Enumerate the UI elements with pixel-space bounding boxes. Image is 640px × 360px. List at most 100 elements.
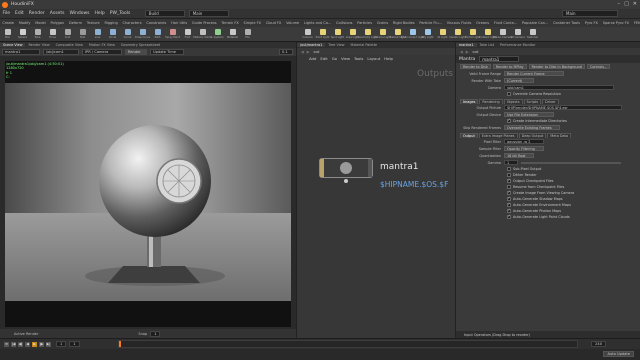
back-arrow-icon[interactable]: ◀ — [460, 50, 463, 54]
node-bypass-flag[interactable] — [320, 159, 324, 177]
step-back-icon[interactable]: ◀| — [18, 341, 23, 347]
shelf-tool[interactable]: Torus — [45, 27, 60, 42]
option-checkbox[interactable]: ✓ — [507, 203, 511, 207]
menu-windows[interactable]: Windows — [69, 11, 89, 16]
light-tool[interactable]: Sky Light — [420, 27, 435, 42]
net-menu-layout[interactable]: Layout — [367, 56, 380, 61]
start-frame-field[interactable]: 1 — [69, 341, 80, 347]
tab-scripts[interactable]: Scripts — [523, 98, 542, 104]
option-checkbox[interactable]: ✓ — [507, 191, 511, 195]
tab-tree-view[interactable]: Tree View — [325, 43, 347, 47]
shelf-tab[interactable]: Characters — [120, 21, 144, 25]
render-to-disk-button[interactable]: Render to Disk — [460, 63, 491, 70]
render-with-take-select[interactable]: (Current) — [504, 77, 534, 84]
sample-filter-select[interactable]: Opacity Filtering — [504, 145, 544, 152]
shelf-tab[interactable]: Terrain FX — [219, 21, 241, 25]
create-dirs-checkbox[interactable]: ✓ — [507, 119, 511, 123]
skip-rendered-select[interactable]: Overwrite Existing Frames — [504, 124, 560, 131]
jump-end-icon[interactable]: ▶| — [46, 341, 51, 347]
shelf-tab[interactable]: Viscous Fluids — [444, 21, 473, 25]
back-arrow-icon[interactable]: ◀ — [301, 50, 304, 54]
desktop-select-main[interactable]: Main — [188, 10, 229, 17]
light-tool[interactable]: Stereo Camera — [493, 27, 512, 42]
shelf-tool[interactable]: Circle — [105, 27, 120, 42]
shelf-tab[interactable]: Model — [33, 21, 48, 25]
option-checkbox[interactable]: ✓ — [507, 179, 511, 183]
shelf-tab[interactable]: Particle Flu... — [417, 21, 444, 25]
render-viewport[interactable]: /out/mantra1/obj/cam1 (4:50:01) 1280x720… — [5, 61, 291, 327]
timeline-cursor[interactable] — [119, 341, 121, 347]
net-menu-view[interactable]: View — [341, 56, 350, 61]
tab-parm-mantra[interactable]: mantra1 — [456, 43, 477, 47]
zoom-field[interactable]: 0.1 — [279, 49, 293, 55]
tab-rendering[interactable]: Rendering — [479, 98, 503, 104]
shelf-tab[interactable]: Cloud FX — [263, 21, 283, 25]
shelf-tab[interactable]: Rigid Bodies — [391, 21, 417, 25]
auto-update-button[interactable]: Auto Update — [603, 351, 634, 357]
play-icon[interactable]: ▶ — [32, 341, 37, 347]
light-tool[interactable]: Camera — [300, 27, 315, 42]
shelf-tool[interactable]: Draw Curve — [135, 27, 150, 42]
tab-meta-data[interactable]: Meta Data — [547, 132, 571, 138]
output-picture-field[interactable]: $HIP/render/$HIPNAME.$OS.$F4.exr — [504, 104, 622, 111]
maximize-icon[interactable]: □ — [624, 1, 629, 7]
tab-deep-output[interactable]: Deep Output — [518, 132, 547, 138]
tab-geometry-spreadsheet[interactable]: Geometry Spreadsheet — [118, 43, 163, 47]
mantra-node[interactable] — [319, 158, 373, 178]
timeline-ruler[interactable] — [118, 340, 578, 348]
menu-assets[interactable]: Assets — [50, 11, 65, 16]
shelf-tab[interactable]: Pyro FX — [582, 21, 600, 25]
shelf-tab[interactable]: Fluid Conta... — [492, 21, 520, 25]
jump-start-icon[interactable]: |◀ — [11, 341, 16, 347]
shelf-tab[interactable]: Sparse Pyro FX — [600, 21, 631, 25]
menu-file[interactable]: File — [3, 11, 11, 16]
shelf-tab[interactable]: Grains — [374, 21, 390, 25]
option-checkbox[interactable]: ✓ — [507, 209, 511, 213]
shelf-tool[interactable]: Font — [180, 27, 195, 42]
tab-images[interactable]: Images — [460, 98, 479, 104]
menu-edit[interactable]: Edit — [15, 11, 24, 16]
shelf-tab[interactable]: Populate Con... — [519, 21, 550, 25]
menu-help[interactable]: Help — [95, 11, 105, 16]
tab-material-palette[interactable]: Material Palette — [348, 43, 381, 47]
shelf-tool[interactable]: Null — [75, 27, 90, 42]
shelf-tool[interactable]: File — [240, 27, 255, 42]
net-menu-go[interactable]: Go — [332, 56, 337, 61]
shelf-tool[interactable]: Path — [150, 27, 165, 42]
tab-network-out[interactable]: /out/mantra1 — [297, 43, 326, 47]
node-display-flag[interactable] — [368, 159, 372, 177]
light-tool[interactable]: VR Camera — [510, 27, 525, 42]
node-name-field[interactable]: mantra1 — [479, 56, 520, 62]
current-frame-field[interactable]: 1 — [56, 341, 67, 347]
tab-performance-monitor[interactable]: Performance Monitor — [497, 43, 538, 47]
desktop-select-right[interactable]: Main — [562, 10, 618, 17]
update-time-button[interactable]: Update Time — [150, 49, 184, 55]
close-icon[interactable]: ✕ — [633, 1, 637, 7]
render-button[interactable]: Render — [125, 49, 147, 55]
tab-motion-fx-view[interactable]: Motion FX View — [86, 43, 118, 47]
light-tool[interactable]: Area Light — [345, 27, 360, 42]
shelf-tab[interactable]: Collisions — [334, 21, 355, 25]
desktop-select-build[interactable]: Build — [144, 10, 185, 17]
camera-select[interactable]: /obj/cam1 — [43, 49, 79, 55]
net-menu-add[interactable]: Add — [309, 56, 316, 61]
shelf-tab[interactable]: Deform — [67, 21, 85, 25]
shelf-tool[interactable]: Curve — [120, 27, 135, 42]
minimize-icon[interactable]: – — [618, 1, 621, 7]
shelf-tab[interactable]: Hair Utils — [169, 21, 190, 25]
shelf-tool[interactable]: Line — [90, 27, 105, 42]
shelf-tab[interactable]: Lights and Ca... — [302, 21, 334, 25]
light-tool[interactable]: Volume Light — [374, 27, 391, 42]
controls-button[interactable]: Controls... — [586, 63, 611, 70]
option-checkbox[interactable] — [507, 185, 511, 189]
option-checkbox[interactable] — [507, 173, 511, 177]
net-menu-help[interactable]: Help — [384, 56, 393, 61]
tab-driver[interactable]: Driver — [542, 98, 559, 104]
option-checkbox[interactable]: ✓ — [507, 215, 511, 219]
shelf-tool[interactable]: Sphere — [15, 27, 30, 42]
tab-scene-view[interactable]: Scene View — [0, 43, 26, 47]
net-menu-edit[interactable]: Edit — [320, 56, 327, 61]
shelf-tab[interactable]: Rigging — [102, 21, 120, 25]
parm-path[interactable]: out — [473, 50, 479, 54]
gamma-slider[interactable] — [521, 161, 621, 164]
